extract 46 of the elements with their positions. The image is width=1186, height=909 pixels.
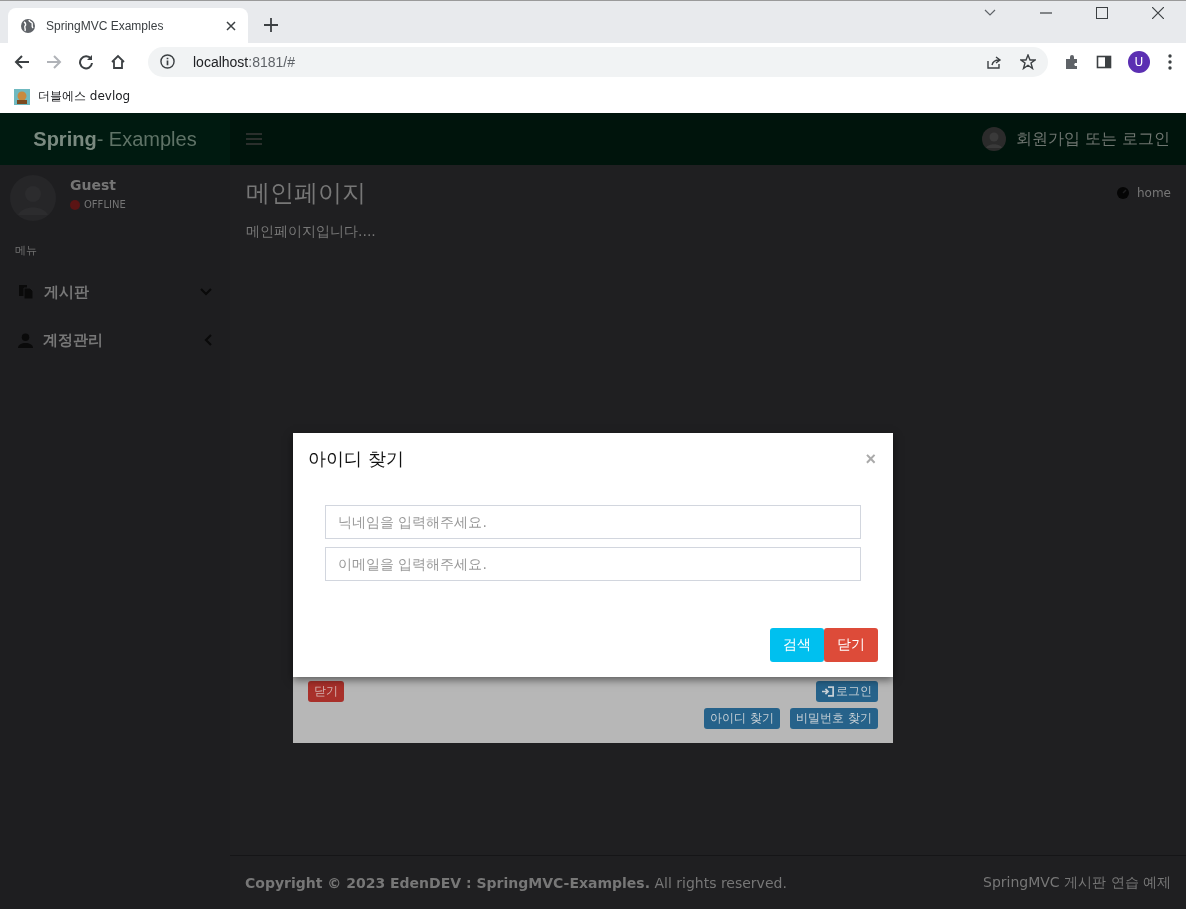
side-panel-icon[interactable]: [1096, 53, 1112, 70]
info-icon[interactable]: [160, 54, 175, 69]
dialog-title: 아이디 찾기: [308, 447, 404, 471]
home-icon[interactable]: [110, 53, 126, 70]
modal-button[interactable]: 로그인: [816, 681, 878, 702]
reload-icon[interactable]: [78, 53, 94, 70]
close-icon[interactable]: [226, 20, 236, 31]
login-link[interactable]: 회원가입 또는 로그인: [1015, 128, 1170, 150]
star-icon[interactable]: [1020, 53, 1036, 70]
address-bar[interactable]: localhost:8181/#: [148, 46, 1048, 77]
close-button[interactable]: ×: [863, 448, 878, 470]
sidebar-item[interactable]: 게시판: [0, 268, 230, 316]
minimize-icon[interactable]: [1040, 11, 1052, 14]
back-icon[interactable]: [14, 53, 30, 70]
profile-avatar[interactable]: U: [1128, 50, 1150, 73]
bookmark-favicon-icon: [14, 88, 30, 105]
sidebar-item[interactable]: 계정관리: [0, 316, 230, 364]
dialog-button[interactable]: 닫기: [824, 628, 878, 662]
close-icon[interactable]: [1152, 6, 1164, 19]
chevron-down-icon[interactable]: [984, 8, 996, 17]
sign-in-icon: [822, 686, 834, 697]
browser-tab[interactable]: SpringMVC Examples: [8, 8, 248, 43]
logo-text[interactable]: Spring- Examples: [0, 113, 230, 165]
page-text: 메인페이지입니다....: [246, 223, 377, 241]
dashboard-icon: [1116, 187, 1129, 199]
input-field[interactable]: 이메일을 입력해주세요.: [325, 547, 861, 581]
globe-icon: [20, 17, 36, 34]
menu-header: 메뉴: [14, 243, 38, 259]
modal-button[interactable]: 비밀번호 찾기: [790, 708, 878, 729]
input-field[interactable]: 닉네임을 입력해주세요.: [325, 505, 861, 539]
more-icon[interactable]: [1168, 53, 1172, 70]
bookmark[interactable]: 더블에스 devlog: [14, 88, 131, 105]
footer-text: SpringMVC 게시판 연습 예제: [983, 873, 1171, 892]
status-dot: [70, 199, 80, 210]
tab-title: SpringMVC Examples: [46, 18, 165, 33]
copyright-text: Copyright © 2023 EdenDEV : SpringMVC-Examples. All rights reserved.: [245, 874, 787, 891]
user-name: Guest: [70, 177, 117, 193]
url-text: localhost:8181/#: [193, 53, 295, 70]
modal-button[interactable]: 닫기: [308, 681, 344, 702]
page-title: 메인페이지: [246, 178, 366, 209]
breadcrumb-link[interactable]: home: [1116, 186, 1171, 200]
puzzle-icon[interactable]: [1064, 53, 1080, 70]
status-text: OFFLINE: [84, 199, 126, 210]
maximize-icon[interactable]: [1096, 6, 1108, 19]
new-tab-icon[interactable]: [264, 18, 278, 32]
modal-button[interactable]: 아이디 찾기: [704, 708, 781, 729]
